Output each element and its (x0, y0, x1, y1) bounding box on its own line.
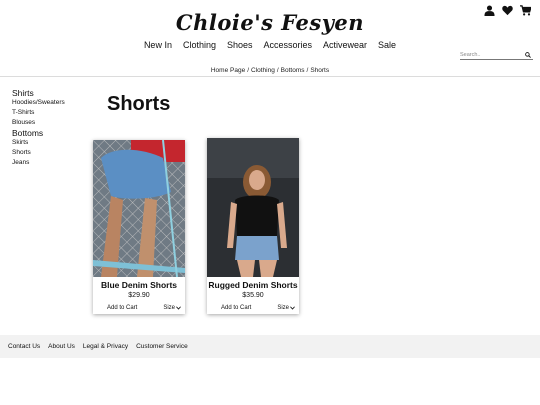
add-to-cart-button[interactable]: Add to Cart (221, 305, 251, 311)
footer-link-contact-us[interactable]: Contact Us (8, 343, 40, 350)
product-image[interactable] (207, 138, 299, 277)
product-actions: Add to Cart Size (207, 302, 299, 314)
product-price: $35.90 (242, 292, 264, 299)
footer-link-about-us[interactable]: About Us (48, 343, 75, 350)
sidebar-item-hoodies-sweaters[interactable]: Hoodies/Sweaters (12, 98, 92, 108)
footer-link-customer-service[interactable]: Customer Service (136, 343, 188, 350)
sidebar-category-shirts[interactable]: Shirts (12, 88, 92, 98)
breadcrumb: Home Page / Clothing / Bottoms / Shorts (210, 67, 330, 74)
product-name[interactable]: Rugged Denim Shorts (207, 280, 299, 290)
nav-item-sale[interactable]: Sale (378, 40, 396, 50)
chevron-down-icon (176, 306, 181, 310)
user-icon[interactable] (484, 5, 495, 16)
breadcrumb-bottoms[interactable]: Bottoms (281, 67, 305, 74)
breadcrumb-shorts: Shorts (310, 67, 330, 74)
sidebar-item-shorts[interactable]: Shorts (12, 148, 92, 158)
size-select[interactable]: Size (163, 305, 181, 311)
site-logo[interactable]: Chloie's Fesyen (0, 10, 540, 35)
heart-icon[interactable] (502, 5, 513, 16)
category-sidebar: Shirts Hoodies/Sweaters T-Shirts Blouses… (12, 88, 92, 168)
sidebar-item-t-shirts[interactable]: T-Shirts (12, 108, 92, 118)
search-bar (460, 50, 533, 60)
product-price: $29.90 (128, 292, 150, 299)
add-to-cart-button[interactable]: Add to Cart (107, 305, 137, 311)
product-actions: Add to Cart Size (93, 302, 185, 314)
size-label: Size (163, 305, 175, 311)
sidebar-category-bottoms[interactable]: Bottoms (12, 128, 92, 138)
site-footer: Contact Us About Us Legal & Privacy Cust… (0, 335, 540, 358)
chevron-down-icon (290, 306, 295, 310)
nav-item-accessories[interactable]: Accessories (264, 40, 313, 50)
page-title: Shorts (107, 93, 171, 115)
search-input[interactable] (460, 51, 522, 58)
footer-link-legal-privacy[interactable]: Legal & Privacy (83, 343, 128, 350)
header-icons (484, 5, 531, 16)
nav-item-shoes[interactable]: Shoes (227, 40, 253, 50)
product-card[interactable]: Blue Denim Shorts $29.90 Add to Cart Siz… (93, 140, 185, 314)
product-image[interactable] (93, 140, 185, 277)
search-icon[interactable] (525, 51, 531, 58)
sidebar-item-jeans[interactable]: Jeans (12, 158, 92, 168)
size-select[interactable]: Size (277, 305, 295, 311)
size-label: Size (277, 305, 289, 311)
nav-item-activewear[interactable]: Activewear (323, 40, 367, 50)
sidebar-item-blouses[interactable]: Blouses (12, 118, 92, 128)
breadcrumb-home[interactable]: Home Page (211, 67, 245, 74)
nav-item-clothing[interactable]: Clothing (183, 40, 216, 50)
sidebar-item-skirts[interactable]: Skirts (12, 138, 92, 148)
main-nav: New In Clothing Shoes Accessories Active… (0, 40, 540, 50)
nav-item-new-in[interactable]: New In (144, 40, 172, 50)
breadcrumb-clothing[interactable]: Clothing (251, 67, 275, 74)
header-divider (0, 76, 540, 77)
product-name[interactable]: Blue Denim Shorts (93, 280, 185, 290)
cart-icon[interactable] (520, 5, 531, 16)
product-card[interactable]: Rugged Denim Shorts $35.90 Add to Cart S… (207, 138, 299, 314)
